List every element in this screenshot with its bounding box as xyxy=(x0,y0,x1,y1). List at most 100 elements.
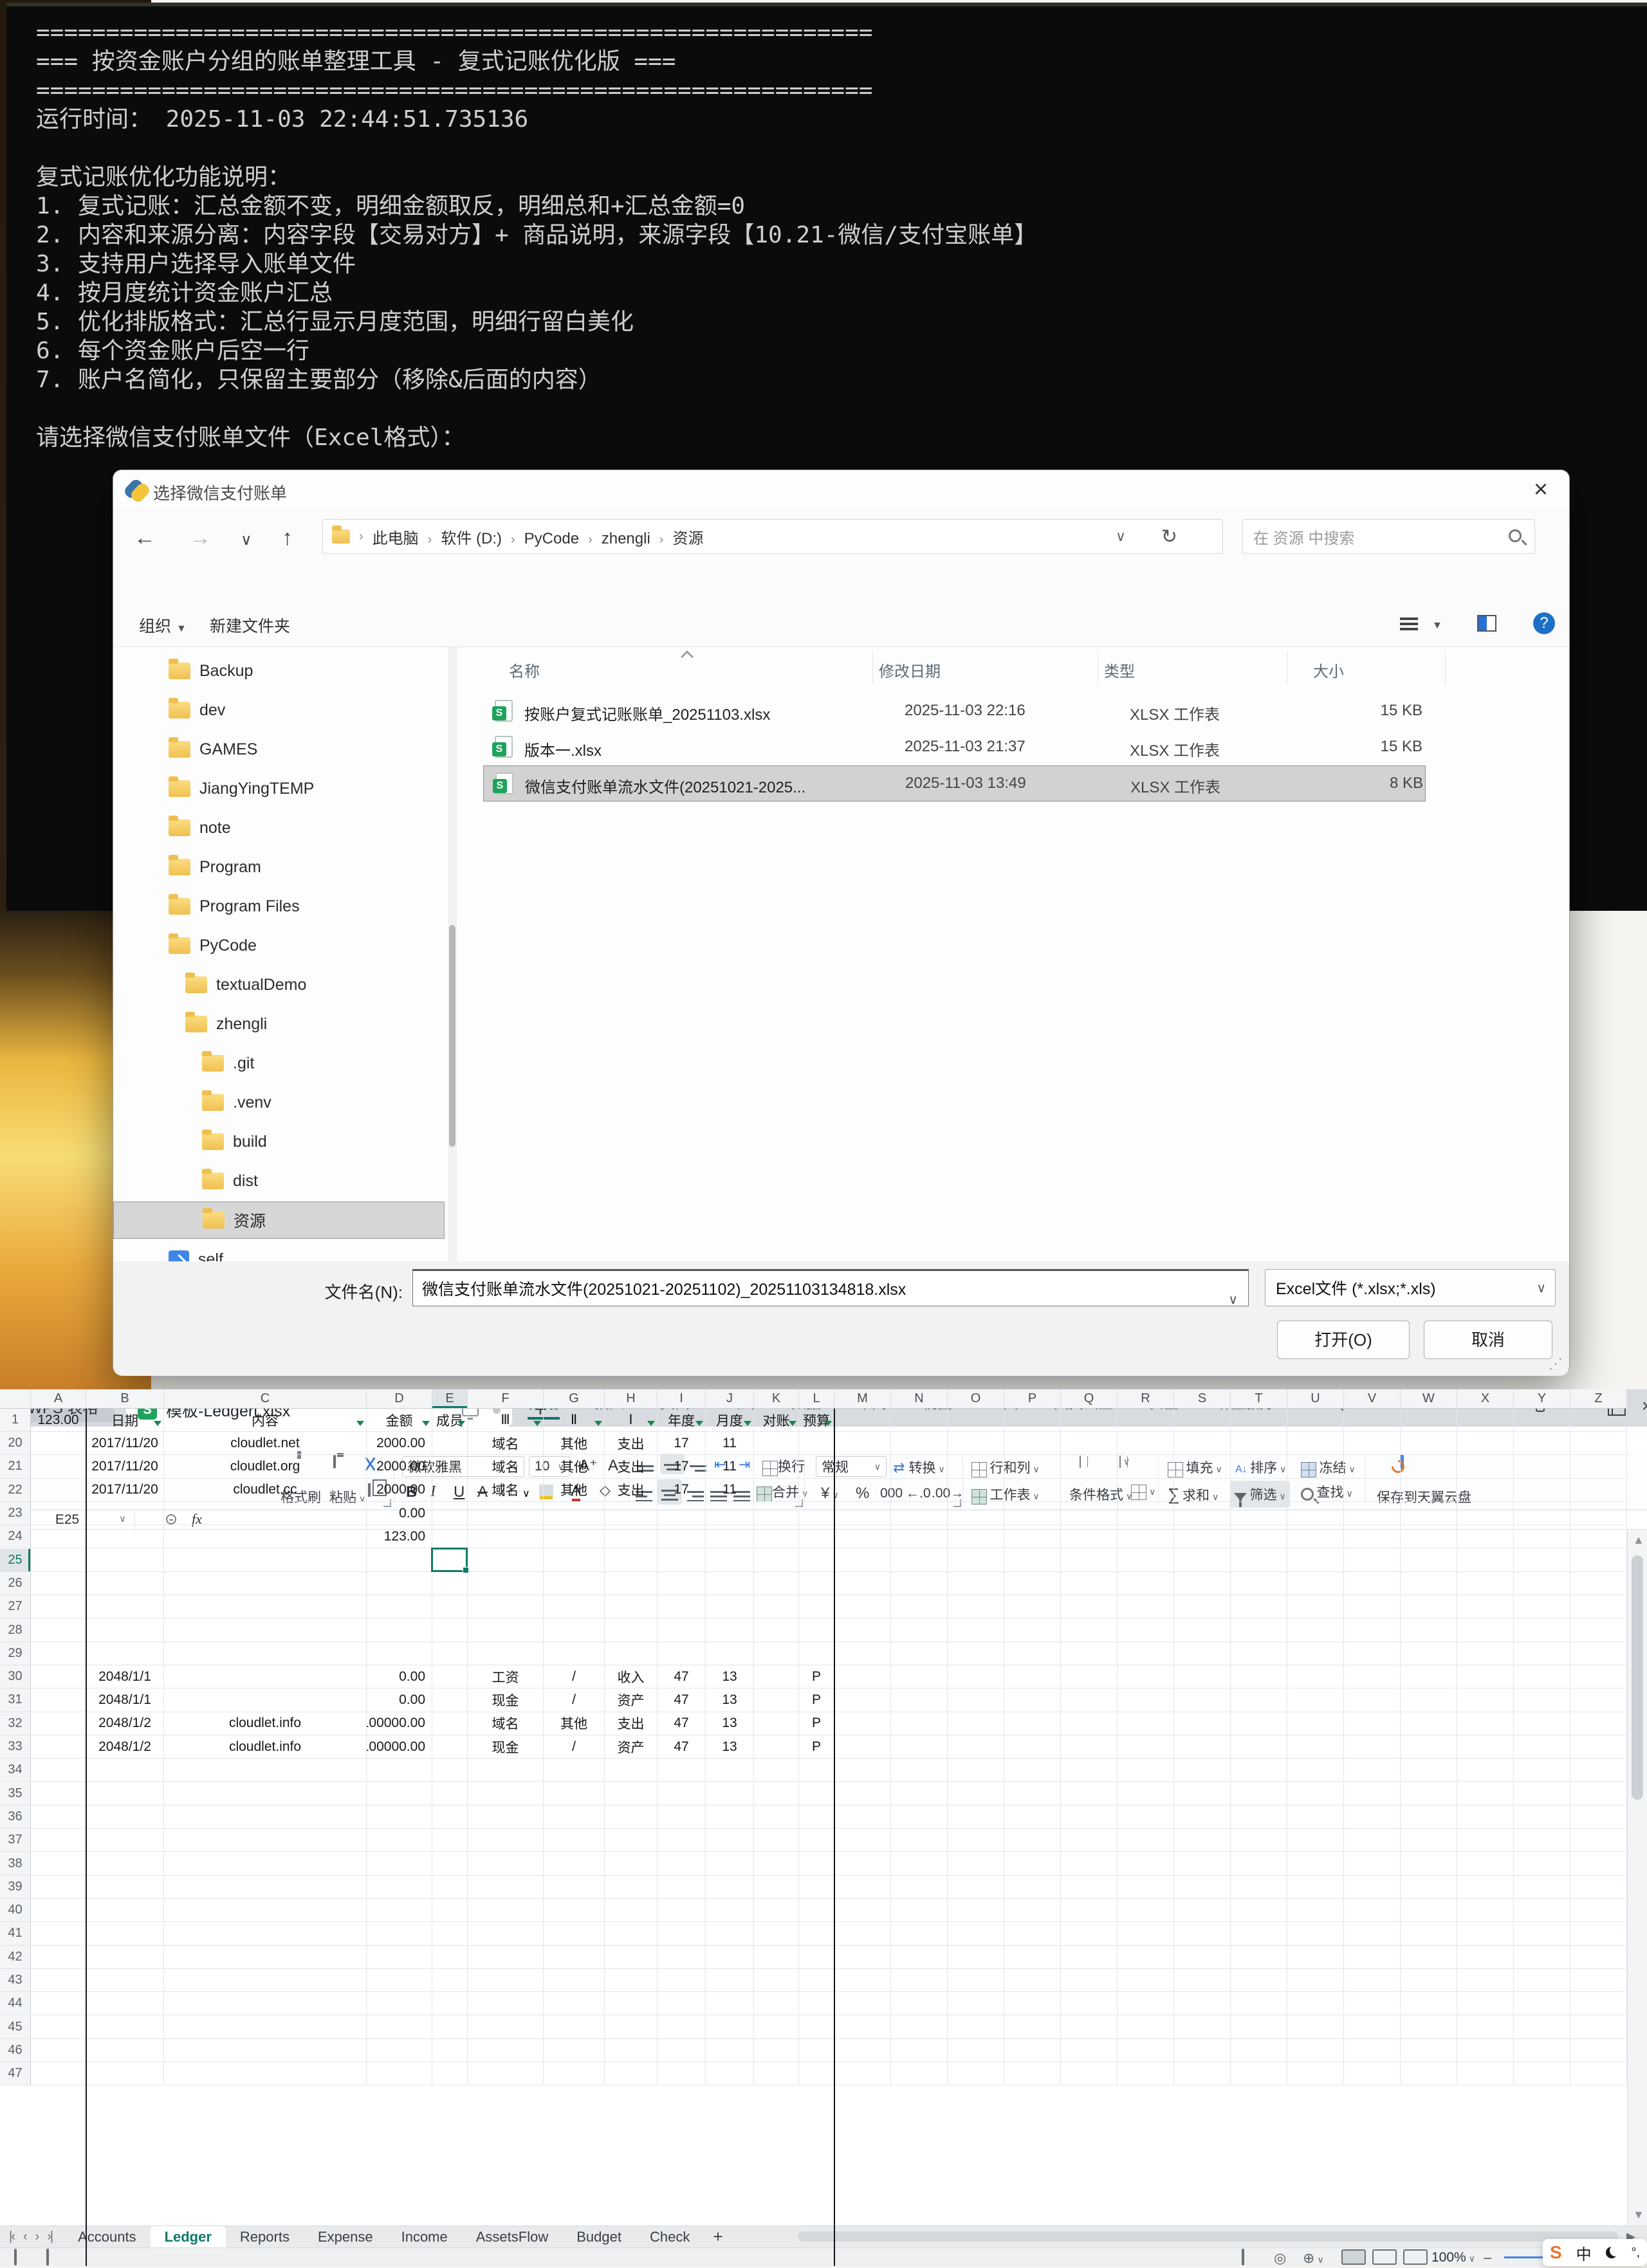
cell-G31[interactable]: / xyxy=(544,1688,605,1712)
row-header-39[interactable]: 39 xyxy=(0,1876,31,1899)
cell-J41[interactable] xyxy=(706,1922,754,1945)
sidebar-item-dev[interactable]: dev xyxy=(113,691,445,729)
cell-K28[interactable] xyxy=(754,1618,799,1642)
cell-P29[interactable] xyxy=(1004,1642,1061,1665)
cell-T41[interactable] xyxy=(1231,1922,1287,1945)
cell-D28[interactable] xyxy=(367,1618,432,1642)
cell-B22[interactable]: 2017/11/20 xyxy=(86,1479,164,1502)
vertical-scrollbar[interactable]: ▲ ▼ xyxy=(1627,1530,1647,2226)
cell-Y22[interactable] xyxy=(1514,1479,1570,1502)
cell-S20[interactable] xyxy=(1174,1432,1231,1455)
cell-D32[interactable]: 100000.00 xyxy=(367,1712,432,1735)
cell-S42[interactable] xyxy=(1174,1946,1231,1969)
cell-I22[interactable]: 17 xyxy=(658,1479,706,1502)
cell-O1[interactable] xyxy=(948,1414,1004,1432)
cell-I32[interactable]: 47 xyxy=(658,1712,706,1735)
cell-V29[interactable] xyxy=(1344,1642,1401,1665)
cell-R45[interactable] xyxy=(1118,2016,1174,2039)
cell-C33[interactable]: cloudlet.info xyxy=(164,1735,367,1759)
cell-J33[interactable]: 13 xyxy=(706,1735,754,1759)
cell-K39[interactable] xyxy=(754,1876,799,1899)
row-header-35[interactable]: 35 xyxy=(0,1782,31,1806)
cell-V46[interactable] xyxy=(1344,2039,1401,2062)
cell-T25[interactable] xyxy=(1231,1549,1287,1572)
cell-E45[interactable] xyxy=(432,2016,468,2039)
sidebar-item-pycode[interactable]: PyCode xyxy=(113,927,445,964)
cell-N1[interactable] xyxy=(891,1414,948,1432)
cell-B34[interactable] xyxy=(86,1759,164,1782)
cell-R39[interactable] xyxy=(1118,1876,1174,1899)
cell-P21[interactable] xyxy=(1004,1455,1061,1478)
cell-P42[interactable] xyxy=(1004,1946,1061,1969)
cell-L28[interactable] xyxy=(799,1618,834,1642)
cell-K21[interactable] xyxy=(754,1455,799,1478)
cell-N46[interactable] xyxy=(891,2039,948,2062)
cell-Q47[interactable] xyxy=(1061,2062,1118,2085)
cell-G24[interactable] xyxy=(544,1525,605,1548)
cell-Y25[interactable] xyxy=(1514,1549,1570,1572)
cell-R29[interactable] xyxy=(1118,1642,1174,1665)
cell-N31[interactable] xyxy=(891,1688,948,1712)
sheet-tab-income[interactable]: Income xyxy=(387,2226,462,2248)
cell-P23[interactable] xyxy=(1004,1502,1061,1525)
cell-N30[interactable] xyxy=(891,1665,948,1688)
cell-O36[interactable] xyxy=(948,1806,1004,1829)
cell-L25[interactable] xyxy=(799,1549,834,1572)
cell-K27[interactable] xyxy=(754,1595,799,1618)
cell-R23[interactable] xyxy=(1118,1502,1174,1525)
cell-I35[interactable] xyxy=(658,1782,706,1806)
cell-D47[interactable] xyxy=(367,2062,432,2085)
cell-O27[interactable] xyxy=(948,1595,1004,1618)
cell-C44[interactable] xyxy=(164,1992,367,2015)
cell-C29[interactable] xyxy=(164,1642,367,1665)
cell-L22[interactable] xyxy=(799,1479,834,1502)
cell-M25[interactable] xyxy=(834,1549,891,1572)
sheet-tab-assetsflow[interactable]: AssetsFlow xyxy=(462,2226,562,2248)
cell-I31[interactable]: 47 xyxy=(658,1688,706,1712)
cell-G29[interactable] xyxy=(544,1642,605,1665)
row-header-25[interactable]: 25 xyxy=(0,1549,31,1572)
cell-U1[interactable] xyxy=(1287,1414,1344,1432)
cell-O42[interactable] xyxy=(948,1946,1004,1969)
cell-H47[interactable] xyxy=(605,2062,658,2085)
cell-X44[interactable] xyxy=(1457,1992,1514,2015)
cell-C24[interactable] xyxy=(164,1525,367,1548)
cell-S47[interactable] xyxy=(1174,2062,1231,2085)
sidebar-item-jiangyingtemp[interactable]: JiangYingTEMP xyxy=(113,770,445,807)
cell-H45[interactable] xyxy=(605,2016,658,2039)
cell-Z40[interactable] xyxy=(1570,1899,1627,1922)
cell-N42[interactable] xyxy=(891,1946,948,1969)
cell-N33[interactable] xyxy=(891,1735,948,1759)
cell-G25[interactable] xyxy=(544,1549,605,1572)
cell-I27[interactable] xyxy=(658,1595,706,1618)
help-icon[interactable]: ? xyxy=(1533,612,1555,634)
cell-E37[interactable] xyxy=(432,1829,468,1852)
cell-Q27[interactable] xyxy=(1061,1595,1118,1618)
cell-J34[interactable] xyxy=(706,1759,754,1782)
cell-W32[interactable] xyxy=(1401,1712,1457,1735)
cell-N39[interactable] xyxy=(891,1876,948,1899)
cell-Y29[interactable] xyxy=(1514,1642,1570,1665)
cell-V20[interactable] xyxy=(1344,1432,1401,1455)
cell-E33[interactable] xyxy=(432,1735,468,1759)
cell-M22[interactable] xyxy=(834,1479,891,1502)
cell-S46[interactable] xyxy=(1174,2039,1231,2062)
cell-D37[interactable] xyxy=(367,1829,432,1852)
ime-language-icon[interactable]: 中 xyxy=(1576,2242,1592,2264)
cell-T38[interactable] xyxy=(1231,1852,1287,1875)
cell-C23[interactable] xyxy=(164,1502,367,1525)
cell-T24[interactable] xyxy=(1231,1525,1287,1548)
macro-icon[interactable] xyxy=(14,2250,17,2265)
cell-U24[interactable] xyxy=(1287,1525,1344,1548)
cell-B39[interactable] xyxy=(86,1876,164,1899)
cell-H23[interactable] xyxy=(605,1502,658,1525)
cell-O34[interactable] xyxy=(948,1759,1004,1782)
zoom-out-icon[interactable]: − xyxy=(1483,2250,1492,2268)
cell-G40[interactable] xyxy=(544,1899,605,1922)
cell-Q46[interactable] xyxy=(1061,2039,1118,2062)
breadcrumb-dropdown-icon[interactable]: ∨ xyxy=(1116,528,1126,545)
cell-F26[interactable] xyxy=(468,1572,544,1595)
cell-N24[interactable] xyxy=(891,1525,948,1548)
cell-Q40[interactable] xyxy=(1061,1899,1118,1922)
cell-P24[interactable] xyxy=(1004,1525,1061,1548)
